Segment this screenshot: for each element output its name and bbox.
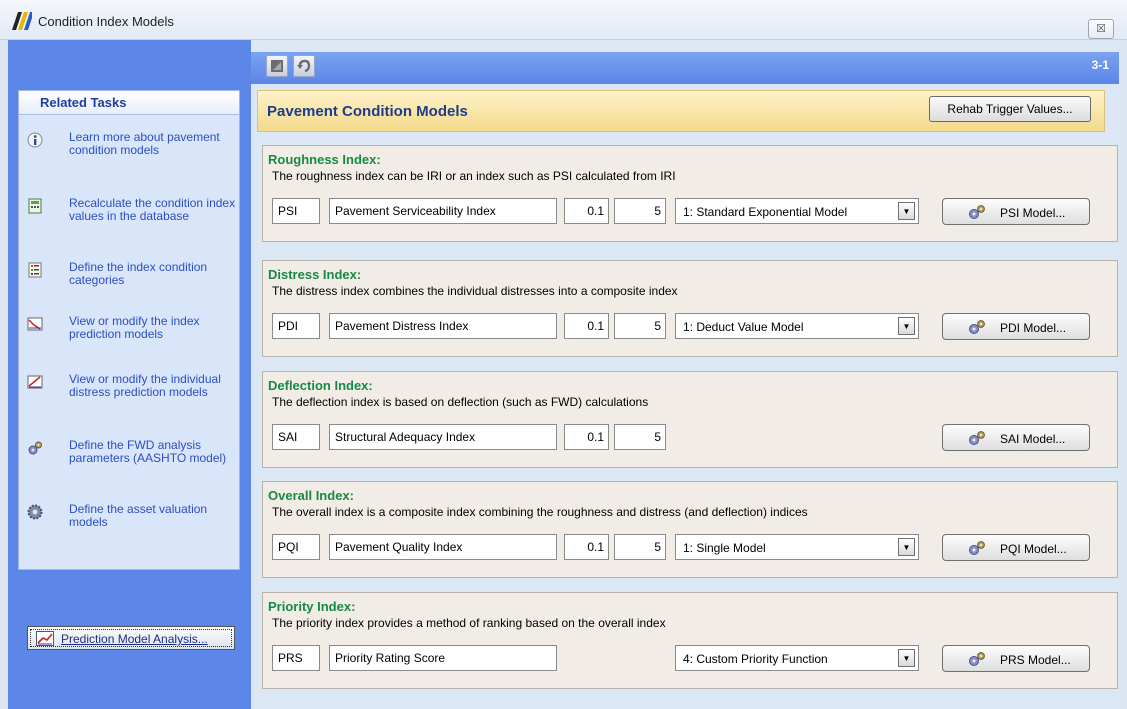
index-min-field[interactable]: 0.1	[564, 313, 609, 339]
undo-icon	[297, 59, 311, 73]
model-type-select[interactable]: 1: Single Model ▼	[675, 534, 919, 560]
info-icon	[27, 132, 43, 148]
group-title: Distress Index:	[268, 267, 362, 282]
index-max-field[interactable]: 5	[614, 534, 666, 560]
page-number: 3-1	[1091, 58, 1109, 72]
group-description: The distress index combines the individu…	[272, 284, 678, 298]
cog-icon	[27, 504, 43, 520]
model-type-value: 1: Deduct Value Model	[683, 320, 804, 334]
dropdown-arrow-icon[interactable]: ▼	[898, 202, 915, 220]
group-description: The overall index is a composite index c…	[272, 505, 808, 519]
task-define-categories[interactable]: Define the index condition categories	[27, 261, 239, 291]
group-title: Deflection Index:	[268, 378, 373, 393]
gears-icon	[28, 441, 42, 455]
group-title: Priority Index:	[268, 599, 356, 614]
task-recalculate[interactable]: Recalculate the condition index values i…	[27, 197, 239, 242]
task-label: View or modify the index prediction mode…	[69, 314, 200, 341]
close-button[interactable]: ☒	[1088, 19, 1114, 39]
group-title: Overall Index:	[268, 488, 354, 503]
model-button-label: PRS Model...	[1000, 653, 1071, 667]
toolbar: 3-1	[251, 52, 1119, 84]
rehab-trigger-values-button[interactable]: Rehab Trigger Values...	[929, 96, 1091, 122]
previous-page-icon	[271, 60, 283, 72]
model-button-label: PQI Model...	[1000, 542, 1067, 556]
roughness-index-group: Roughness Index: The roughness index can…	[262, 145, 1118, 242]
gears-icon	[969, 205, 985, 219]
index-name-field[interactable]: Priority Rating Score	[329, 645, 557, 671]
undo-button[interactable]	[293, 55, 315, 77]
app-icon	[12, 12, 32, 30]
index-min-field[interactable]: 0.1	[564, 534, 609, 560]
gears-icon	[969, 541, 985, 555]
prs-model-button[interactable]: PRS Model...	[942, 645, 1090, 672]
index-code-field[interactable]: PRS	[272, 645, 320, 671]
model-type-select[interactable]: 4: Custom Priority Function ▼	[675, 645, 919, 671]
analysis-chart-icon	[36, 631, 54, 646]
gears-icon	[969, 320, 985, 334]
task-learn-more[interactable]: Learn more about pavement condition mode…	[27, 131, 239, 176]
model-button-label: SAI Model...	[1000, 432, 1066, 446]
pdi-model-button[interactable]: PDI Model...	[942, 313, 1090, 340]
model-type-value: 1: Single Model	[683, 541, 766, 555]
dropdown-arrow-icon[interactable]: ▼	[898, 649, 915, 667]
index-name-field[interactable]: Structural Adequacy Index	[329, 424, 557, 450]
group-title: Roughness Index:	[268, 152, 381, 167]
page-title: Pavement Condition Models	[267, 103, 468, 120]
distress-index-group: Distress Index: The distress index combi…	[262, 260, 1118, 357]
overall-index-group: Overall Index: The overall index is a co…	[262, 481, 1118, 578]
prediction-model-analysis-button[interactable]: Prediction Model Analysis...	[27, 626, 235, 650]
index-code-field[interactable]: PDI	[272, 313, 320, 339]
index-name-field[interactable]: Pavement Quality Index	[329, 534, 557, 560]
index-code-field[interactable]: PQI	[272, 534, 320, 560]
chart-icon	[27, 317, 43, 331]
task-label: Define the asset valuation models	[69, 502, 208, 529]
index-name-field[interactable]: Pavement Distress Index	[329, 313, 557, 339]
task-define-valuation[interactable]: Define the asset valuation models	[27, 503, 239, 533]
trend-icon	[27, 375, 43, 389]
index-min-field[interactable]: 0.1	[564, 198, 609, 224]
calculator-icon	[28, 198, 42, 214]
gears-icon	[969, 431, 985, 445]
related-tasks-heading: Related Tasks	[19, 91, 239, 115]
title-bar: Condition Index Models ☒	[0, 0, 1127, 40]
model-type-select[interactable]: 1: Deduct Value Model ▼	[675, 313, 919, 339]
task-label: Recalculate the condition index values i…	[69, 196, 236, 223]
list-icon	[28, 262, 42, 278]
window-title: Condition Index Models	[38, 14, 174, 29]
model-button-label: PDI Model...	[1000, 321, 1067, 335]
psi-model-button[interactable]: PSI Model...	[942, 198, 1090, 225]
deflection-index-group: Deflection Index: The deflection index i…	[262, 371, 1118, 468]
previous-page-button[interactable]	[266, 55, 288, 77]
task-label: View or modify the individual distress p…	[69, 372, 221, 399]
pqi-model-button[interactable]: PQI Model...	[942, 534, 1090, 561]
model-type-select[interactable]: 1: Standard Exponential Model ▼	[675, 198, 919, 224]
index-code-field[interactable]: PSI	[272, 198, 320, 224]
index-code-field[interactable]: SAI	[272, 424, 320, 450]
index-name-field[interactable]: Pavement Serviceability Index	[329, 198, 557, 224]
related-tasks-panel: Related Tasks Learn more about pavement …	[18, 90, 240, 570]
gears-icon	[969, 652, 985, 666]
group-description: The deflection index is based on deflect…	[272, 395, 649, 409]
content-header: Pavement Condition Models Rehab Trigger …	[257, 90, 1105, 132]
task-label: Learn more about pavement condition mode…	[69, 130, 220, 157]
index-max-field[interactable]: 5	[614, 198, 666, 224]
priority-index-group: Priority Index: The priority index provi…	[262, 592, 1118, 689]
dropdown-arrow-icon[interactable]: ▼	[898, 538, 915, 556]
model-button-label: PSI Model...	[1000, 206, 1066, 220]
task-label: Define the FWD analysis parameters (AASH…	[69, 438, 227, 465]
model-type-value: 1: Standard Exponential Model	[683, 205, 848, 219]
dropdown-arrow-icon[interactable]: ▼	[898, 317, 915, 335]
group-description: The roughness index can be IRI or an ind…	[272, 169, 676, 183]
model-type-value: 4: Custom Priority Function	[683, 652, 828, 666]
index-min-field[interactable]: 0.1	[564, 424, 609, 450]
task-view-distress-models[interactable]: View or modify the individual distress p…	[27, 373, 239, 418]
sai-model-button[interactable]: SAI Model...	[942, 424, 1090, 451]
group-description: The priority index provides a method of …	[272, 616, 666, 630]
task-label: Define the index condition categories	[69, 260, 208, 287]
task-define-fwd[interactable]: Define the FWD analysis parameters (AASH…	[27, 439, 239, 484]
prediction-model-analysis-label: Prediction Model Analysis...	[61, 632, 208, 646]
index-max-field[interactable]: 5	[614, 424, 666, 450]
task-view-index-models[interactable]: View or modify the index prediction mode…	[27, 315, 239, 345]
index-max-field[interactable]: 5	[614, 313, 666, 339]
